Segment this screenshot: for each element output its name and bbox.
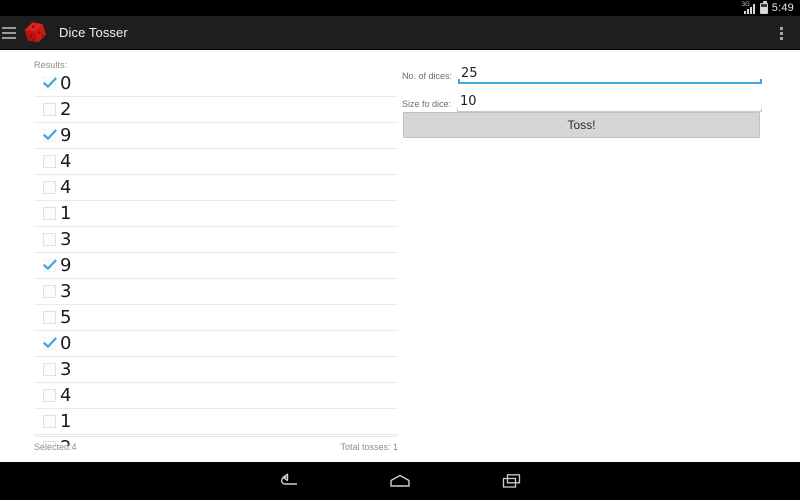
result-value: 3 xyxy=(60,358,72,380)
dice-count-value: 25 xyxy=(461,66,478,81)
dice-count-field-row: No. of dices: 25 xyxy=(402,62,762,84)
red-dice-logo-icon[interactable] xyxy=(20,18,50,48)
status-bar-clock: 5:49 xyxy=(771,1,794,14)
dice-count-underline xyxy=(458,79,762,84)
result-value: 0 xyxy=(60,332,72,354)
result-row[interactable]: 3 xyxy=(34,279,398,305)
result-value: 4 xyxy=(60,176,72,198)
result-row[interactable]: 2 xyxy=(34,97,398,123)
result-row[interactable]: 0 xyxy=(34,71,398,97)
result-value: 3 xyxy=(60,280,72,302)
results-label: Results: xyxy=(34,60,68,70)
results-list[interactable]: 029441393503412 xyxy=(34,71,398,446)
checkbox-checked-icon[interactable] xyxy=(43,259,57,272)
results-pane: Results: 029441393503412 Selected:4 Tota… xyxy=(0,50,400,462)
signal-network-label: 3G xyxy=(741,1,750,8)
checkbox-checked-icon[interactable] xyxy=(43,129,57,142)
result-row[interactable]: 4 xyxy=(34,149,398,175)
result-value: 1 xyxy=(60,202,72,224)
battery-icon xyxy=(759,0,768,14)
result-value: 0 xyxy=(60,72,72,94)
dice-count-label: No. of dices: xyxy=(402,71,453,81)
system-status-bar: 3G 5:49 xyxy=(0,0,800,16)
app-screen: 3G 5:49 Dice Tosser Results: 0 2 9 4 4 1… xyxy=(0,0,800,500)
checkbox-checked-icon[interactable] xyxy=(43,77,57,90)
dice-size-label: Size fo dice: xyxy=(402,99,452,109)
dice-size-value: 10 xyxy=(460,94,477,109)
checkbox-checked-icon[interactable] xyxy=(43,337,57,350)
result-row[interactable]: 0 xyxy=(34,331,398,357)
result-row[interactable]: 3 xyxy=(34,227,398,253)
checkbox-unchecked-icon[interactable] xyxy=(43,233,56,246)
checkbox-unchecked-icon[interactable] xyxy=(43,181,56,194)
result-value: 4 xyxy=(60,150,72,172)
checkbox-unchecked-icon[interactable] xyxy=(43,415,56,428)
result-value: 5 xyxy=(60,306,72,328)
result-row[interactable]: 1 xyxy=(34,201,398,227)
signal-bars-icon: 3G xyxy=(741,1,756,14)
home-icon[interactable] xyxy=(383,466,417,496)
app-title: Dice Tosser xyxy=(59,25,128,40)
dice-size-field-row: Size fo dice: 10 xyxy=(402,90,762,112)
result-value: 1 xyxy=(60,410,72,432)
result-row[interactable]: 9 xyxy=(34,123,398,149)
toss-form-pane: No. of dices: 25 Size fo dice: 10 Toss! xyxy=(400,50,800,462)
result-value: 9 xyxy=(60,254,72,276)
checkbox-unchecked-icon[interactable] xyxy=(43,207,56,220)
toss-button[interactable]: Toss! xyxy=(403,112,760,138)
summary-bar: Selected:4 Total tosses: 1 xyxy=(0,436,400,456)
status-icon-group: 3G 5:49 xyxy=(741,0,794,14)
result-value: 9 xyxy=(60,124,72,146)
dice-count-input[interactable]: 25 xyxy=(458,64,762,84)
result-row[interactable]: 4 xyxy=(34,383,398,409)
checkbox-unchecked-icon[interactable] xyxy=(43,285,56,298)
result-value: 3 xyxy=(60,228,72,250)
result-value: 4 xyxy=(60,384,72,406)
hamburger-menu-icon[interactable] xyxy=(0,16,18,50)
checkbox-unchecked-icon[interactable] xyxy=(43,389,56,402)
result-row[interactable]: 5 xyxy=(34,305,398,331)
checkbox-unchecked-icon[interactable] xyxy=(43,363,56,376)
selected-count-label: Selected:4 xyxy=(34,442,77,452)
system-nav-bar xyxy=(0,462,800,500)
checkbox-unchecked-icon[interactable] xyxy=(43,103,56,116)
overflow-menu-icon[interactable] xyxy=(768,16,794,50)
dice-size-input[interactable]: 10 xyxy=(457,92,762,112)
checkbox-unchecked-icon[interactable] xyxy=(43,155,56,168)
result-row[interactable]: 3 xyxy=(34,357,398,383)
recent-apps-icon[interactable] xyxy=(495,466,529,496)
result-row[interactable]: 9 xyxy=(34,253,398,279)
back-arrow-icon[interactable] xyxy=(271,466,305,496)
checkbox-unchecked-icon[interactable] xyxy=(43,311,56,324)
main-content: Results: 029441393503412 Selected:4 Tota… xyxy=(0,50,800,462)
result-row[interactable]: 4 xyxy=(34,175,398,201)
total-tosses-label: Total tosses: 1 xyxy=(340,442,398,452)
summary-divider xyxy=(34,436,398,437)
app-bar: Dice Tosser xyxy=(0,16,800,50)
result-value: 2 xyxy=(60,98,72,120)
result-row[interactable]: 1 xyxy=(34,409,398,435)
